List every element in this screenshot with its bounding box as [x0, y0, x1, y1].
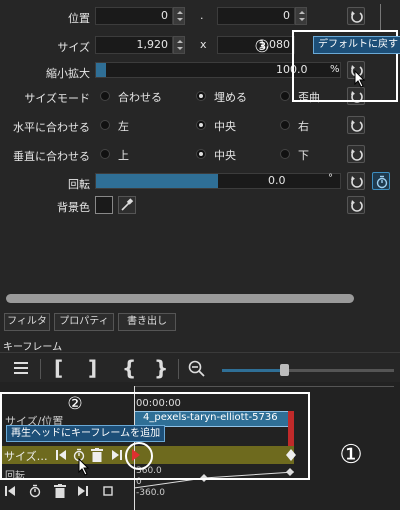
valign-center-radio[interactable]: [196, 149, 206, 159]
eyedropper-button[interactable]: [118, 196, 136, 214]
position-x-field[interactable]: 0: [95, 7, 173, 25]
tab-export[interactable]: 書き出し: [118, 313, 176, 331]
rotation-label: 回転: [68, 178, 90, 191]
rotation-slider[interactable]: 0.0 °: [95, 173, 341, 189]
set-out-point-icon[interactable]: ]: [88, 356, 97, 380]
position-reset-button[interactable]: [347, 7, 365, 25]
valign-top-label: 上: [118, 149, 129, 162]
reset-icon: [351, 176, 363, 188]
mouse-cursor-icon: [354, 70, 366, 88]
valign-reset-button[interactable]: [347, 145, 365, 163]
annotation-2: ②: [67, 394, 83, 414]
size-mode-label: サイズモード: [24, 92, 90, 105]
zoom-slider-fill: [222, 369, 282, 372]
zoom-out-icon[interactable]: [188, 360, 206, 378]
ruler-line: [134, 386, 394, 387]
scale-label: 縮小拡大: [46, 67, 90, 80]
size-mode-fill-label: 埋める: [214, 91, 247, 104]
rotation-unit: °: [328, 173, 333, 184]
bg-color-label: 背景色: [57, 201, 90, 214]
halign-right-label: 右: [298, 120, 309, 133]
valign-center-label: 中央: [214, 149, 236, 162]
eyedropper-icon: [121, 198, 134, 211]
stopwatch-icon: [376, 175, 388, 189]
annotation-1: ①: [339, 440, 363, 470]
position-y-field[interactable]: 0: [217, 7, 295, 25]
bg-color-reset-button[interactable]: [347, 196, 365, 214]
rotation-slider-fill: [96, 174, 218, 188]
valign-top-radio[interactable]: [100, 149, 110, 159]
keyframes-divider: [0, 352, 400, 353]
reset-icon: [351, 120, 363, 132]
scale-slider-fill: [96, 63, 106, 77]
rotation-keyframe-button[interactable]: [372, 172, 390, 190]
menu-icon[interactable]: [14, 362, 28, 374]
size-mode-fit-label: 合わせる: [118, 91, 162, 104]
halign-label: 水平に合わせる: [13, 121, 90, 134]
keyframes-title: キーフレーム: [3, 342, 63, 353]
halign-center-label: 中央: [214, 120, 236, 133]
size-width-spinner[interactable]: [173, 36, 185, 54]
hold-keyframe-icon[interactable]: [103, 486, 113, 496]
annotation-3: ③: [254, 37, 270, 57]
size-mode-fit-radio[interactable]: [100, 91, 110, 101]
rotation-value: 0.0: [268, 174, 286, 187]
stopwatch-icon[interactable]: [28, 484, 42, 498]
valign-bottom-radio[interactable]: [280, 149, 290, 159]
size-width-field[interactable]: 1,920: [95, 36, 173, 54]
halign-left-radio[interactable]: [100, 120, 110, 130]
highlight-box-2: [0, 392, 310, 480]
halign-right-radio[interactable]: [280, 120, 290, 130]
scroll-divider: [380, 4, 381, 30]
position-separator: .: [200, 9, 204, 22]
size-mode-distort-radio[interactable]: [280, 91, 290, 101]
valign-label: 垂直に合わせる: [13, 150, 90, 163]
size-label: サイズ: [57, 41, 90, 54]
bg-color-swatch[interactable]: [95, 196, 113, 214]
next-keyframe-icon[interactable]: [78, 486, 88, 496]
set-in-point-icon[interactable]: [: [54, 356, 63, 380]
position-x-spinner[interactable]: [173, 7, 185, 25]
tab-properties[interactable]: プロパティ: [54, 313, 114, 331]
reset-tooltip: デフォルトに戻す: [313, 36, 400, 54]
size-separator: x: [200, 38, 207, 51]
valign-bottom-label: 下: [298, 149, 309, 162]
filter-out-icon[interactable]: }: [154, 356, 168, 380]
horizontal-scrollbar[interactable]: [6, 294, 354, 303]
prev-keyframe-icon[interactable]: [5, 486, 15, 496]
halign-center-radio[interactable]: [196, 120, 206, 130]
toolbar-sep-1: [40, 359, 41, 379]
zoom-slider[interactable]: [222, 364, 394, 376]
playhead-circle-highlight: [125, 442, 153, 470]
halign-reset-button[interactable]: [347, 116, 365, 134]
trash-icon[interactable]: [54, 484, 66, 498]
tab-filters[interactable]: フィルタ: [4, 313, 50, 331]
halign-left-label: 左: [118, 120, 129, 133]
reset-icon: [351, 200, 363, 212]
toolbar-sep-2: [178, 359, 179, 379]
zoom-slider-handle[interactable]: [280, 364, 289, 376]
size-mode-fill-radio[interactable]: [196, 91, 206, 101]
position-label: 位置: [68, 12, 90, 25]
filter-in-icon[interactable]: {: [122, 356, 136, 380]
position-y-spinner[interactable]: [295, 7, 307, 25]
reset-icon: [351, 149, 363, 161]
rotation-reset-button[interactable]: [347, 172, 365, 190]
reset-icon: [351, 11, 363, 23]
